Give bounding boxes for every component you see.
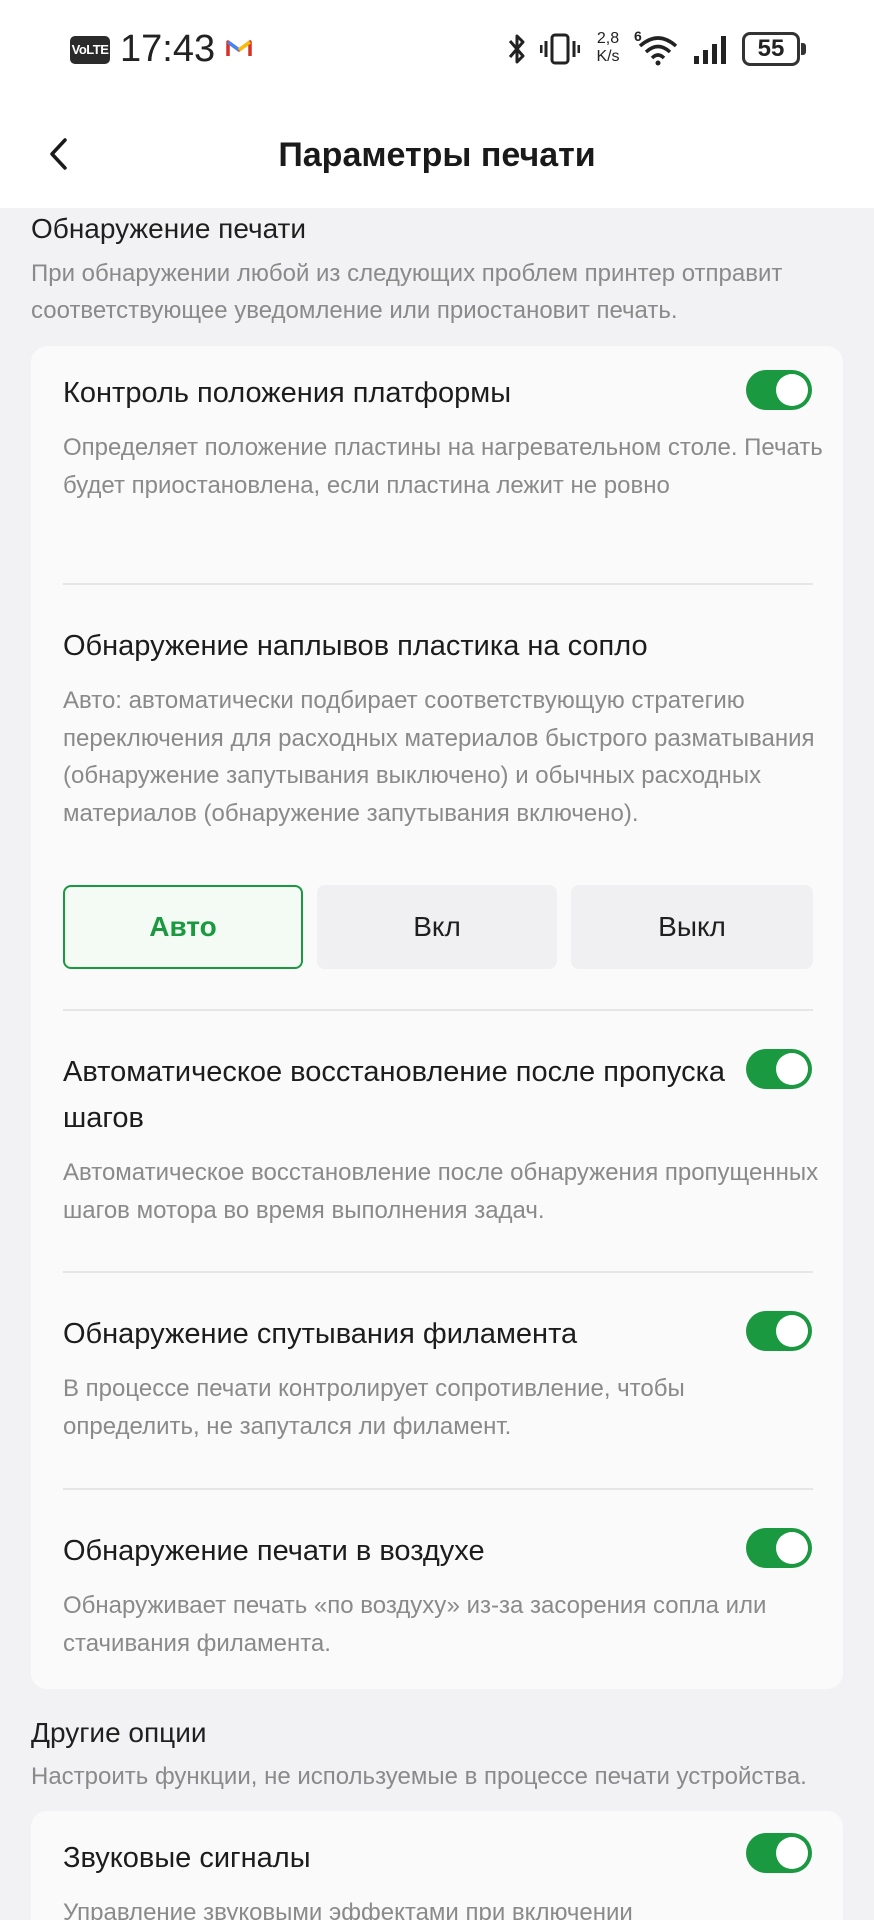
toggle-filament-tangle[interactable] xyxy=(746,1311,812,1351)
print-detection-card: Контроль положения платформы Определяет … xyxy=(31,346,843,1689)
option-on[interactable]: Вкл xyxy=(317,885,557,969)
section-title-other-options: Другие опции xyxy=(31,1717,207,1748)
network-badge: 6 xyxy=(634,28,642,44)
toggle-step-recovery[interactable] xyxy=(746,1049,812,1089)
section-desc-print-detection: При обнаружении любой из следующих пробл… xyxy=(31,260,783,324)
toggle-air-printing[interactable] xyxy=(746,1528,812,1568)
option-auto[interactable]: Авто xyxy=(63,885,303,969)
network-speed-unit: K/s xyxy=(596,48,620,65)
network-speed-value: 2,8 xyxy=(596,30,620,47)
section-title-print-detection: Обнаружение печати xyxy=(31,213,306,244)
toggle-knob xyxy=(776,1532,808,1564)
item-title-sound: Звуковые сигналы xyxy=(63,1842,311,1874)
item-desc-sound: Управление звуковыми эффектами при включ… xyxy=(63,1899,633,1920)
option-off[interactable]: Выкл xyxy=(571,885,813,969)
network-speed: 2,8 K/s xyxy=(590,30,626,66)
item-title-step-recovery: Автоматическое восстановление после проп… xyxy=(63,1056,726,1134)
item-title-air-printing: Обнаружение печати в воздухе xyxy=(63,1535,485,1567)
divider xyxy=(63,1488,813,1490)
volte-icon: VoLTE xyxy=(70,36,110,64)
toggle-knob xyxy=(776,1315,808,1347)
status-time: 17:43 xyxy=(120,28,216,70)
toggle-platform-control[interactable] xyxy=(746,370,812,410)
divider xyxy=(63,583,813,585)
vibrate-icon xyxy=(540,33,580,65)
divider xyxy=(63,1271,813,1273)
toggle-knob xyxy=(776,1837,808,1869)
app-header: Параметры печати xyxy=(0,100,874,208)
toggle-sound[interactable] xyxy=(746,1833,812,1873)
toggle-knob xyxy=(776,374,808,406)
item-desc-filament-tangle: В процессе печати контролирует сопротивл… xyxy=(63,1375,685,1440)
divider xyxy=(63,1009,813,1011)
signal-icon xyxy=(694,36,726,64)
item-desc-platform-control: Определяет положение пластины на нагрева… xyxy=(63,434,823,499)
other-options-card: Звуковые сигналы Управление звуковыми эф… xyxy=(31,1811,843,1920)
battery-indicator: 55 xyxy=(742,32,806,66)
item-desc-nozzle-clumping: Авто: автоматически подбирает соответств… xyxy=(63,687,815,827)
item-title-nozzle-clumping: Обнаружение наплывов пластика на сопло xyxy=(63,630,648,662)
page-title: Параметры печати xyxy=(278,136,596,174)
item-title-filament-tangle: Обнаружение спутывания филамента xyxy=(63,1318,578,1350)
status-bar: VoLTE 17:43 2,8 K/s 6 55 xyxy=(0,0,874,100)
bluetooth-icon xyxy=(508,34,525,64)
segmented-control-nozzle-clumping: Авто Вкл Выкл xyxy=(63,885,813,969)
wifi-icon xyxy=(638,36,678,66)
item-desc-air-printing: Обнаруживает печать «по воздуху» из-за з… xyxy=(63,1592,767,1657)
item-title-platform-control: Контроль положения платформы xyxy=(63,377,512,409)
section-desc-other-options: Настроить функции, не используемые в про… xyxy=(31,1763,807,1790)
item-desc-step-recovery: Автоматическое восстановление после обна… xyxy=(63,1159,819,1224)
toggle-knob xyxy=(776,1053,808,1085)
gmail-icon xyxy=(226,40,252,56)
